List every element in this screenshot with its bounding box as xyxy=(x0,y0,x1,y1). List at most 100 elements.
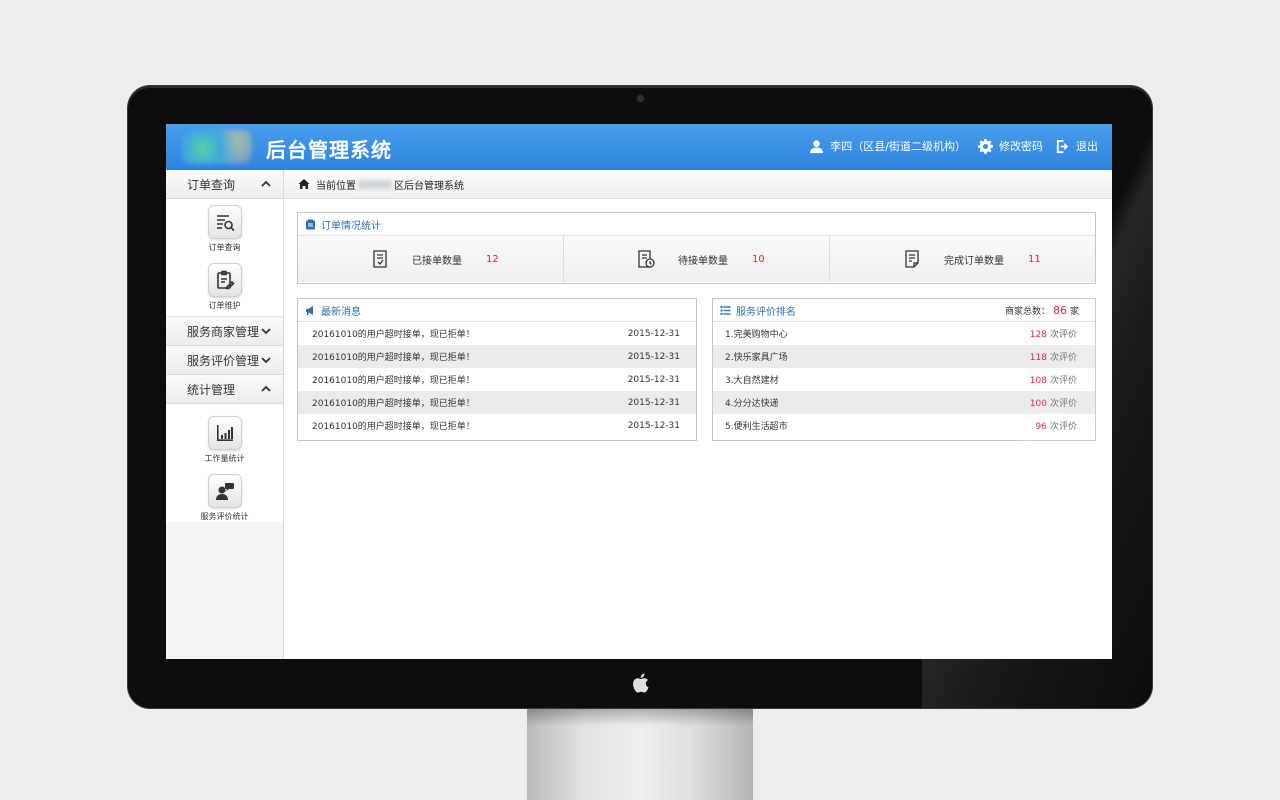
sidebar-item-label: 服务评价统计 xyxy=(200,512,249,521)
stat-label: 已接单数量 xyxy=(412,255,462,267)
change-password-button[interactable]: 修改密码 xyxy=(978,138,1043,154)
stat-accepted[interactable]: 已接单数量 12 xyxy=(298,236,564,282)
merchant-total-unit: 家 xyxy=(1069,306,1079,317)
news-date: 2015-12-31 xyxy=(627,420,680,431)
menu-group-merchant[interactable]: 服务商家管理 xyxy=(166,317,283,346)
ranking-row[interactable]: 1.完美购物中心 128 次评价 xyxy=(713,322,1095,345)
stat-value: 12 xyxy=(486,253,499,265)
ranking-header: 服务评价排名 商家总数： 86 家 xyxy=(713,299,1095,322)
ranking-suffix: 次评价 xyxy=(1049,330,1077,340)
news-text: 20161010的用户超时接单，现已拒单！ xyxy=(312,399,475,409)
sidebar-item-evaluation-stats[interactable]: 服务评价统计 xyxy=(166,468,283,526)
camera-dot xyxy=(637,95,644,102)
ranking-count: 128 xyxy=(1029,330,1047,340)
news-panel: 最新消息 20161010的用户超时接单，现已拒单！ 2015-12-31 201… xyxy=(297,298,697,441)
ranking-list: 1.完美购物中心 128 次评价 2.快乐家具广场 118 次评价 3.大自然建材 108… xyxy=(713,322,1095,437)
ranking-row[interactable]: 4.分分达快递 100 次评价 xyxy=(713,391,1095,414)
ranking-title: 服务评价排名 xyxy=(736,306,796,318)
app-screen: 后台管理系统 李四（区县/街道二级机构） 修改密码 退出 订单查询 订单查询 订… xyxy=(166,124,1112,659)
news-date: 2015-12-31 xyxy=(627,397,680,408)
change-password-label: 修改密码 xyxy=(999,140,1043,153)
ranking-row[interactable]: 5.便利生活超市 96 次评价 xyxy=(713,414,1095,437)
user-label: 李四（区县/街道二级机构） xyxy=(830,140,966,153)
ranking-row[interactable]: 3.大自然建材 108 次评价 xyxy=(713,368,1095,391)
logout-button[interactable]: 退出 xyxy=(1055,138,1098,154)
sidebar-item-label: 订单查询 xyxy=(208,243,241,252)
news-list: 20161010的用户超时接单，现已拒单！ 2015-12-31 20161010… xyxy=(298,322,696,437)
menu-group-order-query[interactable]: 订单查询 xyxy=(166,170,283,199)
workload-chart-tile xyxy=(207,416,242,450)
sidebar-item-order-maintain[interactable]: 订单维护 xyxy=(166,257,283,315)
news-text: 20161010的用户超时接单，现已拒单！ xyxy=(312,330,475,340)
news-row[interactable]: 20161010的用户超时接单，现已拒单！ 2015-12-31 xyxy=(298,414,696,437)
gear-icon xyxy=(978,138,993,154)
menu-group-evaluation[interactable]: 服务评价管理 xyxy=(166,346,283,375)
breadcrumb-prefix: 当前位置 xyxy=(316,180,356,192)
news-header: 最新消息 xyxy=(298,299,696,322)
news-row[interactable]: 20161010的用户超时接单，现已拒单！ 2015-12-31 xyxy=(298,322,696,345)
workload-chart-icon xyxy=(216,425,233,441)
order-maintain-icon xyxy=(216,270,235,290)
ranking-count: 100 xyxy=(1029,399,1047,409)
ranking-count: 108 xyxy=(1029,376,1047,386)
news-date: 2015-12-31 xyxy=(627,351,680,362)
merchant-total-label: 商家总数： xyxy=(1004,306,1050,317)
sidebar: 订单查询 订单查询 订单维护 服务商家管理 服务评价管理 统计管理 工作量统计 … xyxy=(166,170,284,659)
news-title: 最新消息 xyxy=(321,306,361,318)
ranking-name: 1.完美购物中心 xyxy=(725,330,788,340)
menu-group-statistics-body: 工作量统计 服务评价统计 xyxy=(166,404,283,522)
chevron-down-icon xyxy=(261,328,271,335)
breadcrumb-suffix: 区后台管理系统 xyxy=(394,180,464,192)
chevron-down-icon xyxy=(261,357,271,364)
news-row[interactable]: 20161010的用户超时接单，现已拒单！ 2015-12-31 xyxy=(298,391,696,414)
ranking-name: 5.便利生活超市 xyxy=(725,422,788,432)
logo xyxy=(182,130,252,164)
logout-label: 退出 xyxy=(1076,140,1098,153)
news-row[interactable]: 20161010的用户超时接单，现已拒单！ 2015-12-31 xyxy=(298,345,696,368)
ranking-count: 96 xyxy=(1035,422,1047,432)
logout-icon xyxy=(1056,139,1069,153)
ranking-suffix: 次评价 xyxy=(1049,376,1077,386)
evaluation-stats-icon xyxy=(215,483,234,500)
sidebar-item-label: 工作量统计 xyxy=(204,454,245,463)
top-bar: 后台管理系统 李四（区县/街道二级机构） 修改密码 退出 xyxy=(166,124,1112,170)
sidebar-item-workload-stats[interactable]: 工作量统计 xyxy=(166,410,283,468)
menu-group-statistics[interactable]: 统计管理 xyxy=(166,375,283,404)
merchant-total-value: 86 xyxy=(1052,303,1067,317)
clipboard-icon xyxy=(306,219,315,229)
stat-value: 10 xyxy=(752,253,765,265)
news-text: 20161010的用户超时接单，现已拒单！ xyxy=(312,353,475,363)
top-right-actions: 李四（区县/街道二级机构） 修改密码 退出 xyxy=(797,138,1098,154)
news-row[interactable]: 20161010的用户超时接单，现已拒单！ 2015-12-31 xyxy=(298,368,696,391)
ranking-row[interactable]: 2.快乐家具广场 118 次评价 xyxy=(713,345,1095,368)
completed-orders-icon xyxy=(905,250,919,268)
ranking-panel: 服务评价排名 商家总数： 86 家 1.完美购物中心 128 次评价 2.快乐家具广场 1… xyxy=(712,298,1096,441)
order-stats-header: 订单情况统计 xyxy=(298,213,1095,236)
main-content: 当前位置 区后台管理系统 订单情况统计 已接单数量 12 待接单数量 10 完成… xyxy=(284,170,1112,659)
ranking-suffix: 次评价 xyxy=(1049,399,1077,409)
ranking-name: 4.分分达快递 xyxy=(725,399,779,409)
home-icon xyxy=(298,179,310,189)
ranking-suffix: 次评价 xyxy=(1049,353,1077,363)
stat-value: 11 xyxy=(1028,253,1041,265)
order-maintain-tile xyxy=(207,263,242,297)
stat-label: 完成订单数量 xyxy=(944,255,1004,267)
app-title: 后台管理系统 xyxy=(266,138,392,162)
pending-orders-icon xyxy=(638,250,655,268)
merchant-total: 商家总数： 86 家 xyxy=(1005,304,1079,317)
user-icon xyxy=(810,139,824,153)
user-info[interactable]: 李四（区县/街道二级机构） xyxy=(809,138,966,154)
chevron-up-icon xyxy=(261,180,271,187)
ranking-name: 2.快乐家具广场 xyxy=(725,353,788,363)
megaphone-icon xyxy=(306,305,313,315)
stat-completed[interactable]: 完成订单数量 11 xyxy=(830,236,1095,282)
sidebar-item-label: 订单维护 xyxy=(208,301,241,310)
sidebar-item-order-query[interactable]: 订单查询 xyxy=(166,199,283,257)
stat-label: 待接单数量 xyxy=(678,255,728,267)
breadcrumb-blurred-region xyxy=(358,179,392,189)
order-stats-panel: 订单情况统计 已接单数量 12 待接单数量 10 完成订单数量 11 xyxy=(297,212,1096,284)
breadcrumb: 当前位置 区后台管理系统 xyxy=(284,170,1112,199)
stat-pending[interactable]: 待接单数量 10 xyxy=(564,236,830,282)
news-text: 20161010的用户超时接单，现已拒单！ xyxy=(312,422,475,432)
order-search-icon xyxy=(216,215,235,232)
